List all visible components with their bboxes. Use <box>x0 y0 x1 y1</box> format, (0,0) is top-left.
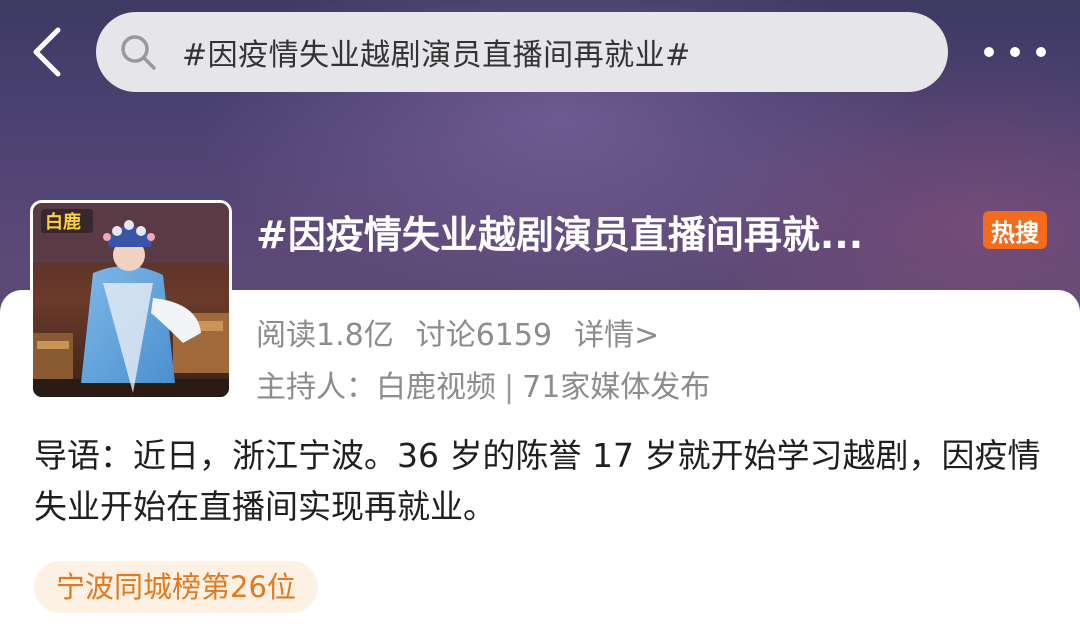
search-icon <box>121 35 156 70</box>
thumbnail-logo: 白鹿 <box>45 211 81 233</box>
rank-chip[interactable]: 宁波同城榜第26位 <box>34 561 318 613</box>
search-bar[interactable]: #因疫情失业越剧演员直播间再就业# <box>96 12 948 92</box>
chevron-left-icon <box>33 27 61 77</box>
discussion-count: 讨论6159 <box>415 318 553 353</box>
back-button[interactable] <box>26 26 70 78</box>
topic-intro: 导语：近日，浙江宁波。36 岁的陈誉 17 岁就开始学习越剧，因疫情失业开始在直… <box>34 436 1041 526</box>
topic-title[interactable]: #因疫情失业越剧演员直播间再就... <box>256 204 976 259</box>
topic-thumbnail[interactable]: 白鹿 <box>30 200 232 400</box>
topic-stats: 阅读1.8亿 讨论6159 详情> <box>256 310 659 354</box>
read-count: 阅读1.8亿 <box>256 318 394 353</box>
hot-search-badge: 热搜 <box>983 211 1047 249</box>
host-name[interactable]: 主持人：白鹿视频 <box>256 370 496 405</box>
media-count[interactable]: 71家媒体发布 <box>522 370 710 405</box>
detail-link[interactable]: 详情> <box>574 318 659 353</box>
host-line: 主持人：白鹿视频 | 71家媒体发布 <box>256 362 710 406</box>
opera-performer-image: 白鹿 <box>33 203 229 397</box>
more-horizontal-icon <box>984 47 994 57</box>
more-button[interactable] <box>984 38 1046 66</box>
host-separator: | <box>504 370 515 405</box>
search-input[interactable]: #因疫情失业越剧演员直播间再就业# <box>182 30 691 74</box>
